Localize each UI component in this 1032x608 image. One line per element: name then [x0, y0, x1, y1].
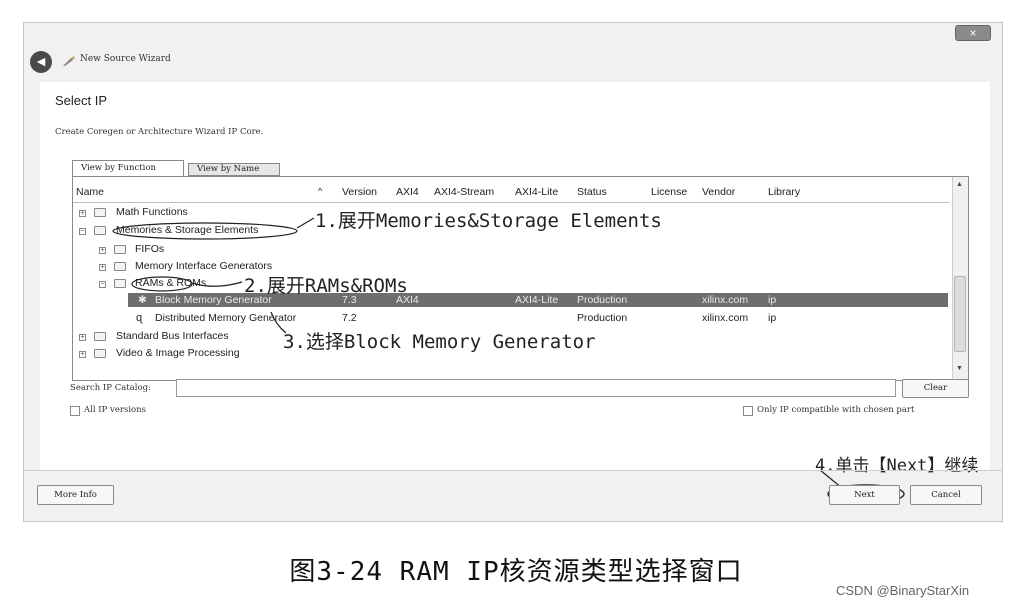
- clear-button[interactable]: Clear: [902, 379, 969, 398]
- compatible-only-label: Only IP compatible with chosen part: [757, 405, 915, 415]
- watermark: CSDN @BinaryStarXin: [836, 583, 970, 598]
- annotation-step-4: 4.单击【Next】继续: [815, 456, 979, 476]
- all-versions-label: All IP versions: [84, 405, 146, 415]
- search-input[interactable]: [176, 379, 896, 397]
- next-button[interactable]: Next: [829, 485, 900, 505]
- annotation-step-1: 1.展开Memories&Storage Elements: [315, 210, 662, 232]
- annotation-marks: [112, 217, 905, 504]
- cancel-button[interactable]: Cancel: [910, 485, 982, 505]
- all-versions-checkbox[interactable]: [70, 406, 80, 416]
- search-label: Search IP Catalog:: [70, 383, 151, 393]
- compatible-only-checkbox[interactable]: [743, 406, 753, 416]
- annotation-step-3: 3.选择Block Memory Generator: [283, 331, 596, 353]
- more-info-button[interactable]: More Info: [37, 485, 114, 505]
- annotation-step-2: 2.展开RAMs&ROMs: [244, 275, 408, 297]
- footer-divider: [24, 470, 1002, 471]
